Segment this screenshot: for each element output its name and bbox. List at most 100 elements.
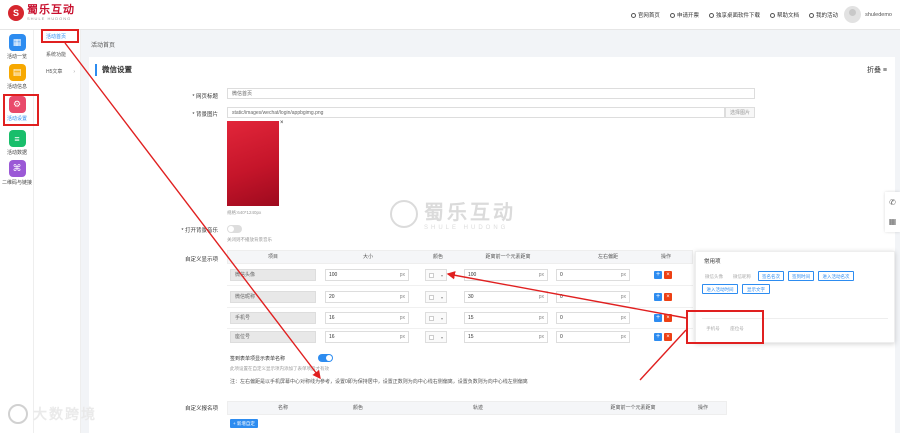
color-picker[interactable]: ▾	[425, 291, 447, 303]
row-distance-input[interactable]: 15 px	[464, 331, 548, 343]
chevron-down-icon: ▾	[440, 316, 443, 321]
floating-tools: ✆ ▦	[885, 192, 900, 232]
row-size-input[interactable]: 16 px	[325, 331, 409, 343]
color-swatch	[429, 295, 434, 300]
delete-row-button[interactable]: ×	[664, 293, 672, 301]
subnav-item-h5-article[interactable]: H5文章 ›	[34, 66, 81, 78]
qrcode-icon[interactable]: ▦	[888, 217, 897, 226]
col-size: 大小	[362, 254, 373, 260]
col-distance: 距离前一个元素距离	[485, 254, 531, 260]
add-row-button[interactable]: +	[654, 293, 662, 301]
color-picker[interactable]: ▾	[425, 312, 447, 324]
document-icon: ▤	[8, 64, 26, 81]
delete-row-button[interactable]: ×	[664, 333, 672, 341]
page-title-input[interactable]: 微信首页	[227, 88, 755, 99]
row-offset-input[interactable]: 0 px	[556, 291, 630, 303]
bg-music-toggle[interactable]	[227, 225, 242, 233]
nav-qrcode-link[interactable]: ⌘ 二维码与链接	[0, 160, 34, 192]
nav-activity-info[interactable]: ▤ 活动信息	[0, 64, 34, 96]
logo-tagline: SHULE HUDONG	[27, 16, 72, 21]
chip-wechat-avatar[interactable]: 微信头像	[702, 271, 726, 281]
row-divider	[227, 285, 693, 286]
add-row-button[interactable]: +	[654, 271, 662, 279]
top-links: 官网首页 申请开票 独享桌面软件下载 帮助文档 我的活动	[630, 11, 838, 19]
brand-logo-icon	[8, 404, 28, 424]
row-size-input[interactable]: 16 px	[325, 312, 409, 324]
chip-signin-time[interactable]: 签到时间	[788, 271, 814, 281]
sub-nav: 活动首页 系统功能 H5文章 ›	[34, 30, 81, 433]
col-track: 轨迹	[472, 405, 483, 411]
row-size-input[interactable]: 20 px	[325, 291, 409, 303]
top-bar: S 蜀乐互动 SHULE HUDONG 官网首页 申请开票 独享桌面软件下载 帮…	[0, 0, 900, 30]
row-offset-input[interactable]: 0 px	[556, 269, 630, 281]
row-item-phone: 手机号	[230, 312, 316, 324]
chip-signin-rank[interactable]: 签名名次	[758, 271, 784, 281]
close-icon[interactable]: ×	[280, 120, 284, 126]
bg-image-preview	[227, 121, 279, 206]
phone-icon[interactable]: ✆	[888, 198, 897, 207]
app-root: S 蜀乐互动 SHULE HUDONG 官网首页 申请开票 独享桌面软件下载 帮…	[0, 0, 900, 433]
row-item-avatar: 微信头像	[230, 269, 316, 281]
toggle-knob	[326, 355, 332, 361]
top-link-home[interactable]: 官网首页	[630, 11, 660, 19]
row-distance-input[interactable]: 30 px	[464, 291, 548, 303]
delete-row-button[interactable]: ×	[664, 271, 672, 279]
color-picker[interactable]: ▾	[425, 269, 447, 281]
chip-wechat-nickname[interactable]: 微信昵称	[730, 271, 754, 281]
popup-title: 常用项	[704, 259, 721, 265]
fold-button[interactable]: 折叠 ≡	[867, 65, 887, 75]
chevron-down-icon: ▾	[440, 335, 443, 340]
home-icon	[630, 12, 636, 18]
chevron-right-icon: ›	[73, 69, 75, 75]
display-table-header: 项目 大小 颜色 距离前一个元素距离 左右偏距 操作	[227, 250, 693, 264]
chevron-down-icon: ▾	[440, 273, 443, 278]
row-item-seat: 座位号	[230, 331, 316, 343]
row-offset-input[interactable]: 0 px	[556, 312, 630, 324]
database-icon: ≡	[8, 130, 26, 147]
nav-activity-overview[interactable]: ▦ 活动一览	[0, 34, 34, 66]
bg-music-label: * 打开背景音乐	[181, 228, 218, 234]
add-row-button[interactable]: +	[654, 333, 662, 341]
color-picker[interactable]: ▾	[425, 331, 447, 343]
color-swatch	[429, 273, 434, 278]
bg-image-path-input[interactable]: static/images/wechat/login/appbgimg.png	[227, 107, 725, 118]
row-distance-input[interactable]: 100 px	[464, 269, 548, 281]
chip-enter-rank[interactable]: 进入活动名次	[818, 271, 854, 281]
row-distance-input[interactable]: 15 px	[464, 312, 548, 324]
chip-enter-time[interactable]: 进入活动时间	[702, 284, 738, 294]
left-nav: ▦ 活动一览 ▤ 活动信息 ⚙ 活动设置 ≡ 活动数据 ⌘ 二维码与链接	[0, 30, 34, 433]
col-actions: 操作	[697, 405, 708, 411]
select-image-button[interactable]: 选择图片	[725, 107, 755, 118]
subnav-item-system-functions[interactable]: 系统功能	[34, 49, 81, 61]
nav-activity-data[interactable]: ≡ 活动数据	[0, 130, 34, 162]
top-link-my-activities[interactable]: 我的活动	[808, 11, 838, 19]
row-divider	[227, 307, 693, 308]
annotation-box-subnav	[41, 29, 79, 43]
signin-name-toggle[interactable]	[318, 354, 333, 362]
page-title-label: * 网页标题	[192, 94, 218, 100]
add-row-button[interactable]: +	[654, 314, 662, 322]
bg-size-hint: 规格:640*1240px	[227, 210, 262, 215]
user-menu[interactable]: shuledemo	[844, 6, 892, 23]
signup-table-header: 名称 颜色 轨迹 距离前一个元素距离 操作	[227, 401, 727, 415]
col-actions: 操作	[660, 254, 671, 260]
breadcrumb: 活动首页	[91, 43, 116, 49]
row-divider	[227, 328, 693, 329]
brand-watermark: 大数跨境	[8, 404, 97, 424]
row-offset-input[interactable]: 0 px	[556, 331, 630, 343]
top-link-invoice[interactable]: 申请开票	[669, 11, 699, 19]
col-color: 颜色	[352, 405, 363, 411]
row-size-input[interactable]: 100 px	[325, 269, 409, 281]
top-link-download[interactable]: 独享桌面软件下载	[708, 11, 760, 19]
invoice-icon	[669, 12, 675, 18]
logo[interactable]: S 蜀乐互动 SHULE HUDONG	[8, 5, 75, 21]
signin-toggle-label: 签到表单项显示表单名称	[230, 356, 286, 362]
signin-hint: 此项设置在自定义显示项内添加了表单项后才有效	[230, 366, 329, 371]
username: shuledemo	[865, 11, 892, 18]
chip-show-text[interactable]: 显示文字	[742, 284, 770, 294]
grid-icon: ▦	[8, 34, 26, 51]
top-link-help[interactable]: 帮助文档	[769, 11, 799, 19]
help-icon	[769, 12, 775, 18]
add-custom-field-button[interactable]: + 新增自定	[230, 419, 258, 428]
delete-row-button[interactable]: ×	[664, 314, 672, 322]
